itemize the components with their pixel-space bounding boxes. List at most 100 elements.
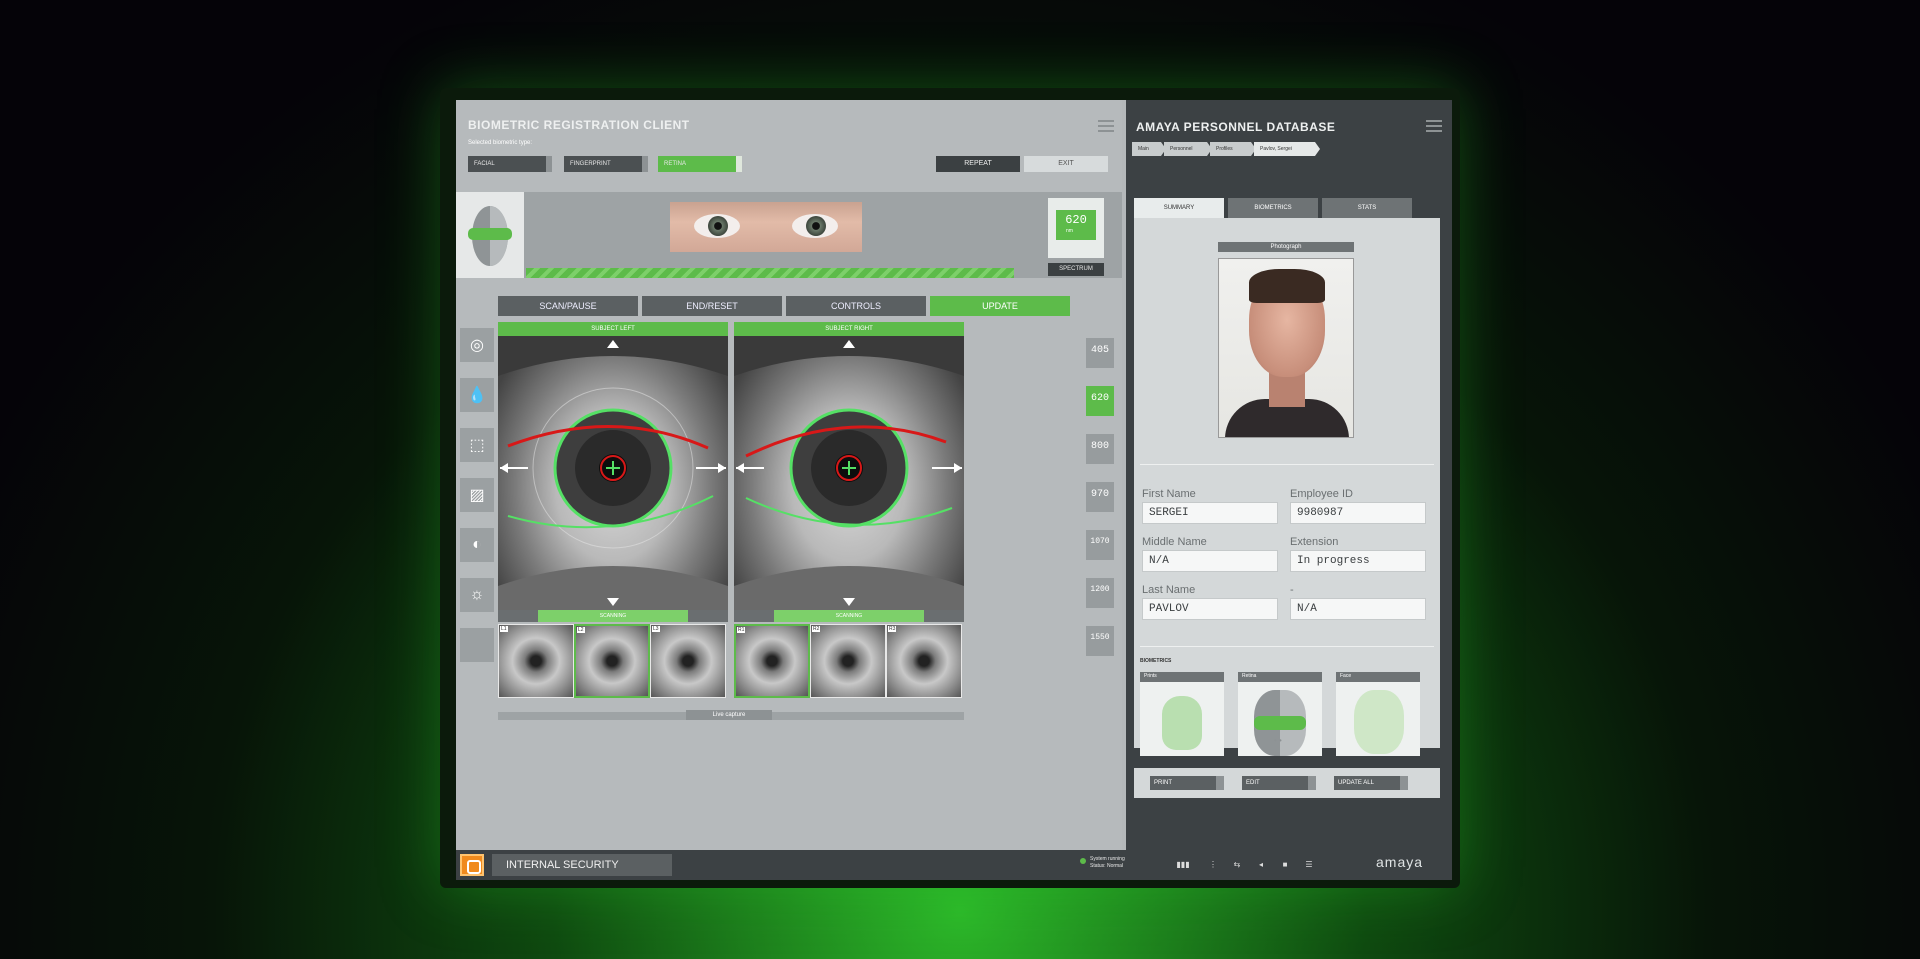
pagination-dots[interactable]: • • (1274, 736, 1282, 745)
amaya-logo: amaya (1376, 854, 1424, 870)
system-status-text: System running Status: Normal (1090, 856, 1125, 869)
exit-button[interactable]: EXIT (1024, 156, 1108, 172)
right-eye-scan[interactable] (734, 336, 964, 610)
live-capture-label: Live capture (686, 710, 772, 720)
face-icon (1354, 690, 1404, 754)
contrast-icon[interactable]: ◐ (460, 528, 494, 562)
personnel-database-panel: AMAYA PERSONNEL DATABASE Main Personnel … (1126, 100, 1452, 850)
tab-stats[interactable]: STATS (1322, 198, 1412, 218)
screen: BIOMETRIC REGISTRATION CLIENT Selected b… (456, 100, 1452, 880)
type-fingerprint-button[interactable]: FINGERPRINT (564, 156, 648, 172)
face-scan-icon (456, 192, 524, 278)
extension-label: Extension (1290, 536, 1339, 548)
wavelength-620-button[interactable]: 620 (1086, 386, 1114, 416)
histogram-icon[interactable]: ▨ (460, 478, 494, 512)
client-subtitle: Selected biometric type: (468, 140, 533, 146)
wavelength-970-button[interactable]: 970 (1086, 482, 1114, 512)
wavelength-800-button[interactable]: 800 (1086, 434, 1114, 464)
status-bar: INTERNAL SECURITY System running Status:… (456, 850, 1452, 880)
tab-controls[interactable]: CONTROLS (786, 296, 926, 316)
spectrum-label: SPECTRUM (1048, 263, 1104, 276)
left-scan-status: SCANNING (538, 610, 688, 622)
brightness-icon[interactable]: ☼ (460, 578, 494, 612)
tab-end-reset[interactable]: END/RESET (642, 296, 782, 316)
database-title: AMAYA PERSONNEL DATABASE (1136, 120, 1336, 134)
client-menu-icon[interactable] (1098, 120, 1114, 132)
summary-content: Photograph First Name SERGEI Employee ID… (1134, 218, 1440, 756)
subject-left-label: SUBJECT LEFT (498, 322, 728, 336)
hand-icon (1162, 696, 1202, 750)
wavelength-1550-button[interactable]: 1550 (1086, 626, 1114, 656)
settings-icon[interactable]: ☰ (1302, 860, 1316, 870)
employee-id-field[interactable]: 9980987 (1290, 502, 1426, 524)
spectrum-readout: 620 nm (1048, 198, 1104, 258)
drop-icon[interactable]: 💧 (460, 378, 494, 412)
breadcrumb-current: Pavlov, Sergei (1254, 142, 1320, 156)
middle-name-field[interactable]: N/A (1142, 550, 1278, 572)
database-menu-icon[interactable] (1426, 120, 1442, 132)
spectrum-value: 620 (1056, 210, 1096, 240)
breadcrumb-profiles[interactable]: Profiles (1210, 142, 1256, 156)
battery-icon[interactable]: ■ (1278, 860, 1292, 870)
system-status-icon (1080, 858, 1086, 864)
tab-update[interactable]: UPDATE (930, 296, 1070, 316)
capture-thumbnail[interactable]: L2 (574, 624, 650, 698)
subject-right-label: SUBJECT RIGHT (734, 322, 964, 336)
employee-photograph (1218, 258, 1354, 438)
right-eye-panel: SUBJECT RIGHT SCANNING (734, 322, 964, 622)
spectrum-unit: nm (1066, 228, 1073, 234)
edit-button[interactable]: EDIT (1242, 776, 1316, 790)
left-eye-scan[interactable] (498, 336, 728, 610)
divider (1140, 464, 1434, 465)
repeat-button[interactable]: REPEAT (936, 156, 1020, 172)
employee-id-label: Employee ID (1290, 488, 1353, 500)
divider (1140, 646, 1434, 647)
extension-field[interactable]: In progress (1290, 550, 1426, 572)
database-actions: PRINT EDIT UPDATE ALL (1134, 768, 1440, 798)
type-facial-button[interactable]: FACIAL (468, 156, 552, 172)
retina-icon (1254, 690, 1306, 756)
photograph-label: Photograph (1218, 242, 1354, 252)
scan-progress-bar (526, 268, 1014, 278)
last-name-label: Last Name (1142, 584, 1196, 596)
tab-biometrics[interactable]: BIOMETRICS (1228, 198, 1318, 218)
middle-name-label: Middle Name (1142, 536, 1207, 548)
blank-field-label: - (1290, 584, 1294, 596)
home-icon[interactable] (460, 854, 484, 876)
capture-thumbnail[interactable]: R1 (734, 624, 810, 698)
first-name-field[interactable]: SERGEI (1142, 502, 1278, 524)
wavelength-1200-button[interactable]: 1200 (1086, 578, 1114, 608)
client-title: BIOMETRIC REGISTRATION CLIENT (468, 118, 690, 132)
first-name-label: First Name (1142, 488, 1196, 500)
biometrics-label: BIOMETRICS (1140, 658, 1172, 664)
tab-scan-pause[interactable]: SCAN/PAUSE (498, 296, 638, 316)
breadcrumb-main[interactable]: Main (1132, 142, 1166, 156)
breadcrumb-personnel[interactable]: Personnel (1164, 142, 1212, 156)
bio-card-prints[interactable]: Prints (1140, 672, 1224, 756)
blank-field[interactable]: N/A (1290, 598, 1426, 620)
volume-icon[interactable]: ◂ (1254, 860, 1268, 870)
left-eye-panel: SUBJECT LEFT SCANNING (498, 322, 728, 622)
wavelength-405-button[interactable]: 405 (1086, 338, 1114, 368)
blank-tool-icon[interactable] (460, 628, 494, 662)
overlay-icon[interactable]: ◎ (460, 328, 494, 362)
network-icon[interactable]: ⇆ (1230, 860, 1244, 870)
bio-card-face[interactable]: Face (1336, 672, 1420, 756)
last-name-field[interactable]: PAVLOV (1142, 598, 1278, 620)
right-scan-status: SCANNING (774, 610, 924, 622)
capture-thumbnail[interactable]: R3 (886, 624, 962, 698)
capture-thumbnail[interactable]: L1 (498, 624, 574, 698)
select-region-icon[interactable]: ⬚ (460, 428, 494, 462)
biometric-client-panel: BIOMETRIC REGISTRATION CLIENT Selected b… (456, 100, 1122, 850)
print-button[interactable]: PRINT (1150, 776, 1224, 790)
capture-thumbnail[interactable]: L3 (650, 624, 726, 698)
section-label: INTERNAL SECURITY (492, 854, 672, 876)
signal-icon[interactable]: ⋮ (1206, 860, 1220, 870)
eyes-preview-image (670, 202, 862, 252)
update-all-button[interactable]: UPDATE ALL (1334, 776, 1408, 790)
type-retina-button[interactable]: RETINA (658, 156, 742, 172)
barcode-icon[interactable]: ▮▮▮ (1176, 860, 1190, 870)
wavelength-1070-button[interactable]: 1070 (1086, 530, 1114, 560)
capture-thumbnail[interactable]: R2 (810, 624, 886, 698)
tab-summary[interactable]: SUMMARY (1134, 198, 1224, 218)
